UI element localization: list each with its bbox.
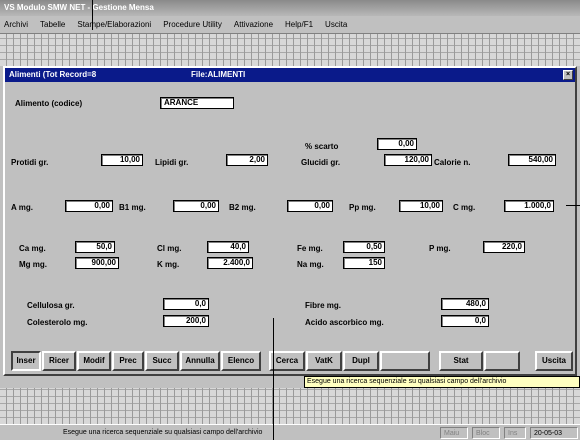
cellulosa-label: Cellulosa gr. (27, 301, 75, 310)
p-field[interactable]: 220,0 (483, 241, 525, 253)
pointer-line (566, 205, 580, 206)
status-caps: Maiu (440, 427, 468, 439)
app-title-bar: VS Modulo SMW NET - Gestione Mensa (0, 0, 580, 16)
vit-a-field[interactable]: 0,00 (65, 200, 113, 212)
menu-bar: Archivi Tabelle Stampe/Elaborazioni Proc… (0, 16, 580, 34)
text-cursor-line (273, 318, 274, 440)
calorie-label: Calorie n. (434, 158, 471, 167)
k-label: K mg. (157, 260, 180, 269)
stat-button[interactable]: Stat (439, 351, 483, 371)
menu-archivi[interactable]: Archivi (4, 20, 28, 29)
lipidi-field[interactable]: 2,00 (226, 154, 268, 166)
na-label: Na mg. (297, 260, 324, 269)
mg-label: Mg mg. (19, 260, 47, 269)
mg-field[interactable]: 900,00 (75, 257, 119, 269)
alimento-label: Alimento (codice) (15, 99, 83, 108)
status-ins: Ins (504, 427, 526, 439)
status-num: Bloc (472, 427, 500, 439)
cl-field[interactable]: 40,0 (207, 241, 249, 253)
colesterolo-field[interactable]: 200,0 (163, 315, 209, 327)
scarto-field[interactable]: 0,00 (377, 138, 417, 150)
glucidi-label: Glucidi gr. (301, 158, 341, 167)
window-title-bar: Alimenti (Tot Record=8 File:ALIMENTI × (5, 68, 575, 82)
k-field[interactable]: 2.400,0 (207, 257, 253, 269)
fe-label: Fe mg. (297, 244, 323, 253)
vit-b1-field[interactable]: 0,00 (173, 200, 219, 212)
inser-button[interactable]: Inser (11, 351, 41, 371)
vit-pp-field[interactable]: 10,00 (399, 200, 443, 212)
button-bar: Inser Ricer Modif Prec Succ Annulla Elen… (11, 351, 573, 373)
dupl-button[interactable]: Dupl (343, 351, 379, 371)
vatk-button[interactable]: VatK (306, 351, 342, 371)
text-cursor-line (92, 0, 93, 30)
calorie-field[interactable]: 540,00 (508, 154, 556, 166)
menu-help[interactable]: Help/F1 (285, 20, 313, 29)
alimento-field[interactable]: ARANCE (160, 97, 234, 109)
vit-b2-label: B2 mg. (229, 203, 256, 212)
prec-button[interactable]: Prec (112, 351, 144, 371)
close-icon[interactable]: × (563, 70, 573, 80)
menu-attivazione[interactable]: Attivazione (234, 20, 273, 29)
blank-button-2[interactable] (484, 351, 520, 371)
fibre-field[interactable]: 480,0 (441, 298, 489, 310)
acido-field[interactable]: 0,0 (441, 315, 489, 327)
vit-b1-label: B1 mg. (119, 203, 146, 212)
ca-label: Ca mg. (19, 244, 46, 253)
ricer-button[interactable]: Ricer (42, 351, 76, 371)
elenco-button[interactable]: Elenco (221, 351, 261, 371)
vit-b2-field[interactable]: 0,00 (287, 200, 333, 212)
acido-label: Acido ascorbico mg. (305, 318, 384, 327)
blank-button-1[interactable] (380, 351, 430, 371)
vit-c-label: C mg. (453, 203, 476, 212)
status-date: 20-05-03 (530, 427, 578, 439)
fe-field[interactable]: 0,50 (343, 241, 385, 253)
p-label: P mg. (429, 244, 451, 253)
window-file-label: File:ALIMENTI (191, 70, 246, 79)
cerca-button[interactable]: Cerca (269, 351, 305, 371)
scarto-label: % scarto (305, 142, 339, 151)
tooltip: Esegue una ricerca sequenziale su qualsi… (304, 376, 580, 388)
uscita-button[interactable]: Uscita (535, 351, 573, 371)
ca-field[interactable]: 50,0 (75, 241, 115, 253)
menu-uscita[interactable]: Uscita (325, 20, 347, 29)
annulla-button[interactable]: Annulla (180, 351, 220, 371)
cl-label: Cl mg. (157, 244, 182, 253)
succ-button[interactable]: Succ (145, 351, 179, 371)
desktop-pattern-bottom (0, 388, 580, 424)
vit-a-label: A mg. (11, 203, 33, 212)
lipidi-label: Lipidi gr. (155, 158, 189, 167)
cellulosa-field[interactable]: 0,0 (163, 298, 209, 310)
vit-pp-label: Pp mg. (349, 203, 376, 212)
status-message: Esegue una ricerca sequenziale su qualsi… (63, 429, 263, 436)
menu-stampe[interactable]: Stampe/Elaborazioni (77, 20, 151, 29)
protidi-label: Protidi gr. (11, 158, 49, 167)
protidi-field[interactable]: 10,00 (101, 154, 143, 166)
app-title: VS Modulo SMW NET - Gestione Mensa (4, 3, 154, 12)
na-field[interactable]: 150 (343, 257, 385, 269)
glucidi-field[interactable]: 120,00 (384, 154, 432, 166)
vit-c-field[interactable]: 1.000,0 (504, 200, 554, 212)
alimenti-window: Alimenti (Tot Record=8 File:ALIMENTI × A… (3, 66, 577, 376)
desktop-pattern-top (0, 34, 580, 66)
window-title: Alimenti (Tot Record=8 (9, 70, 97, 79)
status-bar: Esegue una ricerca sequenziale su qualsi… (0, 424, 580, 440)
menu-tabelle[interactable]: Tabelle (40, 20, 65, 29)
modif-button[interactable]: Modif (77, 351, 111, 371)
colesterolo-label: Colesterolo mg. (27, 318, 88, 327)
fibre-label: Fibre mg. (305, 301, 342, 310)
menu-procedure[interactable]: Procedure Utility (163, 20, 222, 29)
